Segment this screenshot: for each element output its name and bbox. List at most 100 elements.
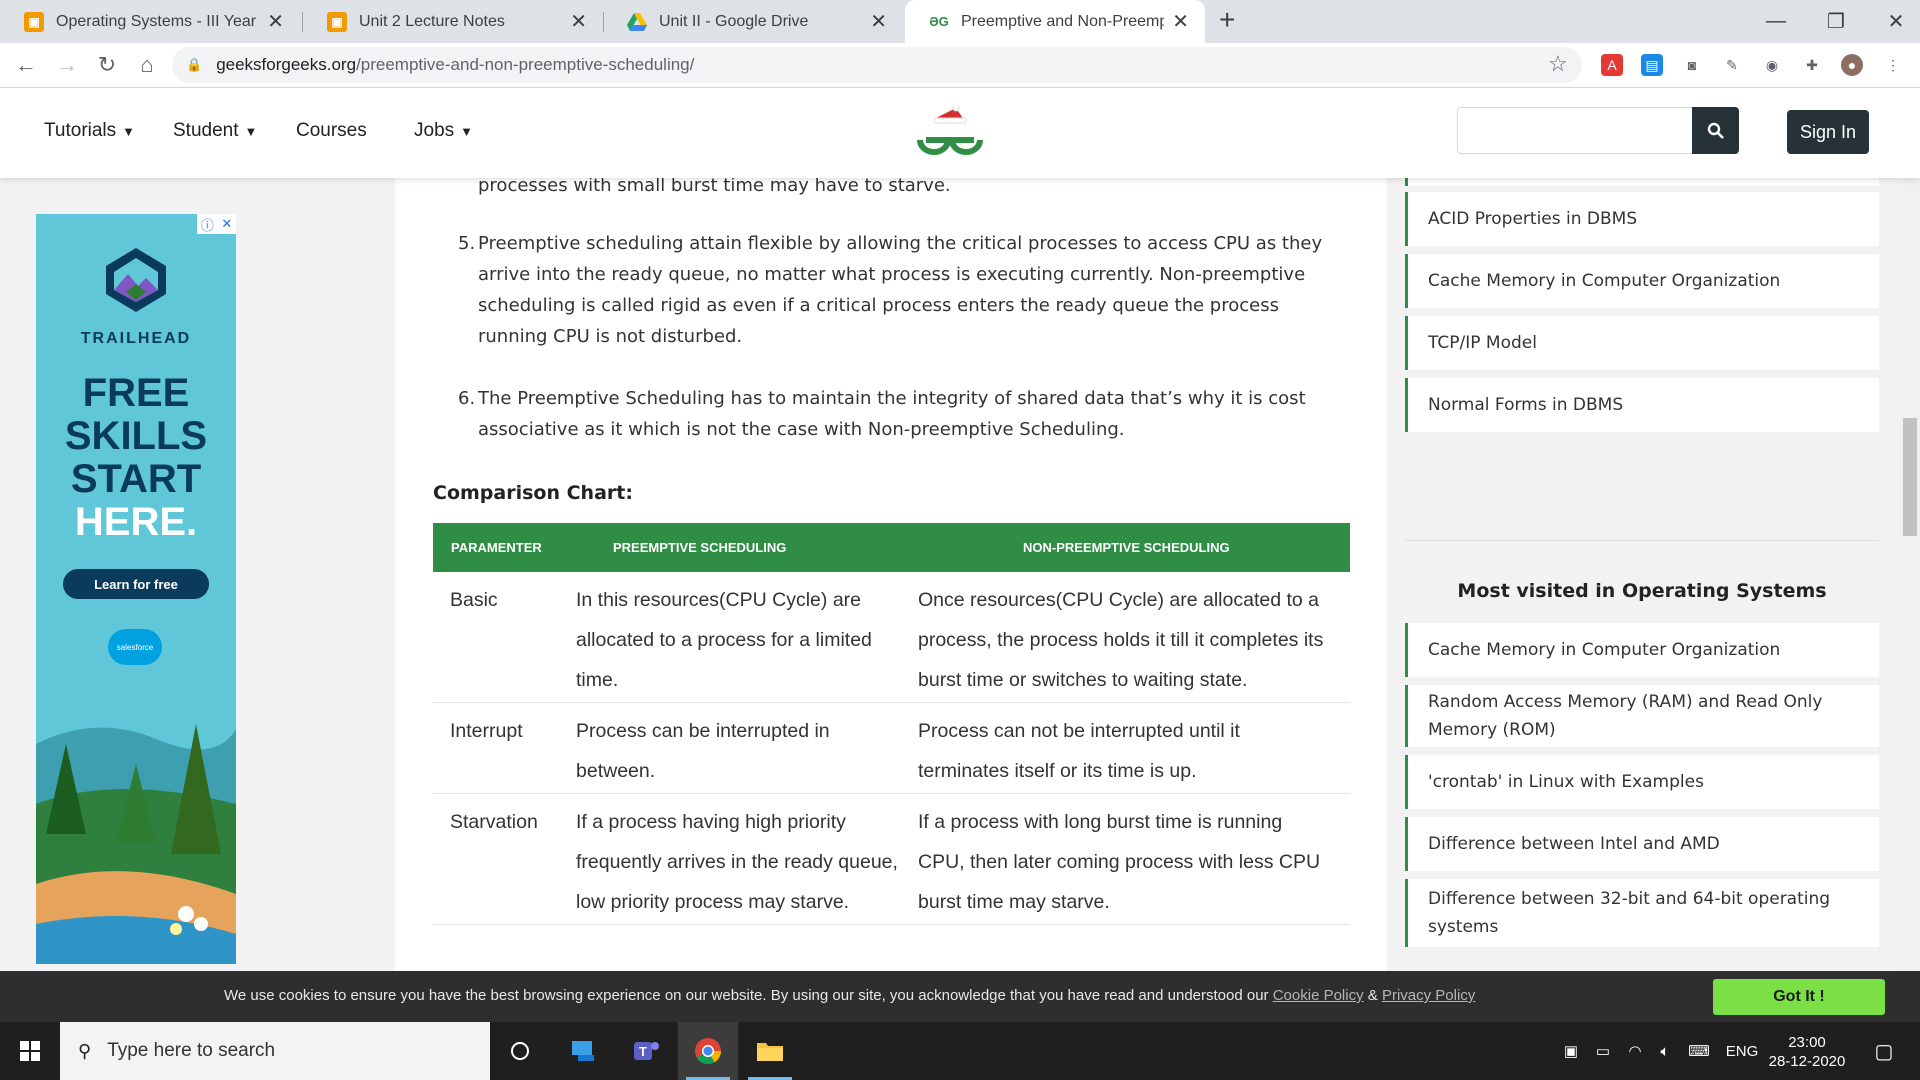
restore-icon[interactable]: ❐ [1806, 0, 1866, 43]
language-indicator[interactable]: ENG [1722, 1022, 1762, 1080]
tab-title: Unit II - Google Drive [659, 12, 809, 30]
gfg-icon: ƏG [929, 14, 949, 29]
reload-icon[interactable]: ↻ [91, 49, 123, 81]
close-tab-icon[interactable]: ✕ [570, 9, 587, 34]
list-item-5: 5. Preemptive scheduling attain flexible… [458, 228, 1338, 352]
nav-courses[interactable]: Courses [296, 120, 367, 142]
search-button[interactable] [1692, 107, 1739, 154]
most-visited-link[interactable]: Cache Memory in Computer Organization [1405, 623, 1879, 677]
sign-in-button[interactable]: Sign In [1787, 110, 1869, 154]
notifications-icon[interactable]: ▢ [1864, 1022, 1904, 1080]
tab-google-drive[interactable]: Unit II - Google Drive ✕ [603, 0, 903, 43]
taskbar-search[interactable]: ⚲ Type here to search [60, 1022, 490, 1080]
clock-date: 28-12-2020 [1768, 1053, 1846, 1070]
most-visited-link[interactable]: Random Access Memory (RAM) and Read Only… [1405, 685, 1879, 747]
cookie-message: We use cookies to ensure you have the be… [224, 987, 1475, 1004]
back-icon[interactable]: ← [10, 49, 42, 81]
minimize-icon[interactable]: — [1746, 0, 1806, 43]
most-visited-heading: Most visited in Operating Systems [1457, 580, 1827, 602]
chrome-menu-icon[interactable]: ⋮ [1882, 54, 1904, 76]
sidebar-link-label: Difference between Intel and AMD [1428, 834, 1720, 854]
keyboard-icon[interactable]: ⌨ [1682, 1022, 1716, 1080]
ad-close-icon[interactable]: ✕ [221, 216, 232, 232]
sidebar-link-label: Difference between 32-bit and 64-bit ope… [1428, 889, 1831, 937]
sidebar-link-label: Random Access Memory (RAM) and Read Only… [1428, 692, 1823, 740]
pc-app-icon[interactable] [554, 1022, 614, 1080]
teams-icon[interactable]: T [616, 1022, 676, 1080]
page-scrollbar[interactable] [1900, 178, 1920, 971]
tab-unit-2-lecture-notes[interactable]: ▣ Unit 2 Lecture Notes ✕ [303, 0, 603, 43]
grammar-extension-icon[interactable]: ◉ [1761, 54, 1783, 76]
table-cell: In this resources(CPU Cycle) are allocat… [576, 572, 918, 703]
most-visited-link[interactable]: Difference between 32-bit and 64-bit ope… [1405, 879, 1879, 947]
table-cell: If a process with long burst time is run… [918, 793, 1350, 925]
battery-icon[interactable]: ▭ [1588, 1022, 1618, 1080]
volume-icon[interactable]: 🔈︎ [1650, 1022, 1680, 1080]
bookmark-star-icon[interactable]: ☆ [1548, 51, 1568, 77]
tab-title: Operating Systems - III Year IT (B [56, 12, 259, 30]
close-tab-icon[interactable]: ✕ [267, 9, 284, 34]
most-visited-link[interactable]: Difference between Intel and AMD [1405, 817, 1879, 871]
sidebar-link-label: Normal Forms in DBMS [1428, 395, 1624, 415]
nav-jobs[interactable]: Jobs ▼ [414, 120, 473, 142]
tab-preemptive-active[interactable]: ƏG Preemptive and Non-Preemptive ✕ [905, 0, 1205, 43]
nav-label: Student [173, 120, 239, 141]
gfg-logo[interactable] [912, 104, 988, 158]
home-icon[interactable]: ⌂ [131, 49, 163, 81]
sidebar-link[interactable]: Normal Forms in DBMS [1405, 378, 1879, 432]
puzzle-extensions-icon[interactable]: ✚ [1801, 54, 1823, 76]
ad-brand: TRAILHEAD [80, 330, 192, 347]
new-tab-button[interactable]: + [1219, 4, 1235, 36]
scrollbar-thumb[interactable] [1903, 418, 1917, 536]
sidebar-link-label: TCP/IP Model [1428, 333, 1537, 353]
site-search-input[interactable] [1457, 107, 1693, 154]
ad-choices[interactable]: ⓘ ✕ [197, 214, 236, 234]
most-visited-link[interactable]: 'crontab' in Linux with Examples [1405, 755, 1879, 809]
wifi-icon[interactable]: ◠ [1620, 1022, 1650, 1080]
chrome-taskbar-icon[interactable] [678, 1022, 738, 1080]
file-explorer-icon[interactable] [740, 1022, 800, 1080]
address-bar-row: ← → ↻ ⌂ 🔒 geeksforgeeks.org/preemptive-a… [0, 43, 1920, 88]
nav-student[interactable]: Student ▼ [173, 120, 257, 142]
sidebar-link-label: Cache Memory in Computer Organization [1428, 271, 1781, 291]
pdf-extension-icon[interactable]: A [1601, 54, 1623, 76]
cookie-policy-link[interactable]: Cookie Policy [1273, 987, 1364, 1004]
sidebar-divider [1405, 540, 1879, 541]
meet-now-icon[interactable]: ▣ [1556, 1022, 1586, 1080]
eyedropper-extension-icon[interactable]: ✎ [1721, 54, 1743, 76]
comparison-table: PARAMENTER PREEMPTIVE SCHEDULING NON-PRE… [433, 523, 1350, 925]
close-tab-icon[interactable]: ✕ [870, 9, 887, 34]
ad-learn-button[interactable]: Learn for free [63, 569, 209, 599]
sidebar-link[interactable]: ACID Properties in DBMS [1405, 192, 1879, 246]
table-cell: Once resources(CPU Cycle) are allocated … [918, 572, 1350, 703]
table-cell: Process can be interrupted in between. [576, 702, 918, 794]
nav-tutorials[interactable]: Tutorials ▼ [44, 120, 135, 142]
tab-operating-systems[interactable]: ▣ Operating Systems - III Year IT (B ✕ [0, 0, 300, 43]
sidebar-link-label: Cache Memory in Computer Organization [1428, 640, 1781, 660]
profile-avatar[interactable]: ● [1841, 54, 1863, 76]
sidebar-link[interactable]: Cache Memory in Computer Organization [1405, 254, 1879, 308]
clock-time: 23:00 [1788, 1034, 1826, 1051]
article-text-fragment: processes with small burst time may have… [478, 178, 951, 196]
taskbar-search-placeholder: Type here to search [107, 1040, 276, 1061]
url-input[interactable]: 🔒 geeksforgeeks.org/preemptive-and-non-p… [172, 47, 1582, 83]
close-window-icon[interactable]: ✕ [1866, 0, 1920, 43]
classroom-icon: ▣ [327, 11, 347, 32]
privacy-policy-link[interactable]: Privacy Policy [1382, 987, 1475, 1004]
table-cell: Starvation [433, 793, 576, 925]
forward-icon[interactable]: → [51, 49, 83, 81]
cookie-text: We use cookies to ensure you have the be… [224, 987, 1273, 1004]
trailhead-ad[interactable]: ⓘ ✕ TRAILHEAD FREE SKILLS START HERE. Lea… [36, 214, 236, 964]
accept-cookies-button[interactable]: Got It ! [1713, 979, 1885, 1015]
task-view-icon[interactable] [490, 1022, 550, 1080]
start-button[interactable] [0, 1022, 60, 1080]
sidebar-link[interactable]: TCP/IP Model [1405, 316, 1879, 370]
ad-info-icon[interactable]: ⓘ [201, 215, 214, 234]
camera-extension-icon[interactable]: ◙ [1681, 54, 1703, 76]
chevron-down-icon: ▼ [460, 123, 474, 139]
table-cell: Basic [433, 572, 576, 703]
screen-extension-icon[interactable]: ▤ [1641, 54, 1663, 76]
ad-landscape-illustration [36, 684, 236, 964]
clock[interactable]: 23:00 28-12-2020 [1762, 1033, 1852, 1071]
close-tab-icon[interactable]: ✕ [1172, 9, 1189, 34]
